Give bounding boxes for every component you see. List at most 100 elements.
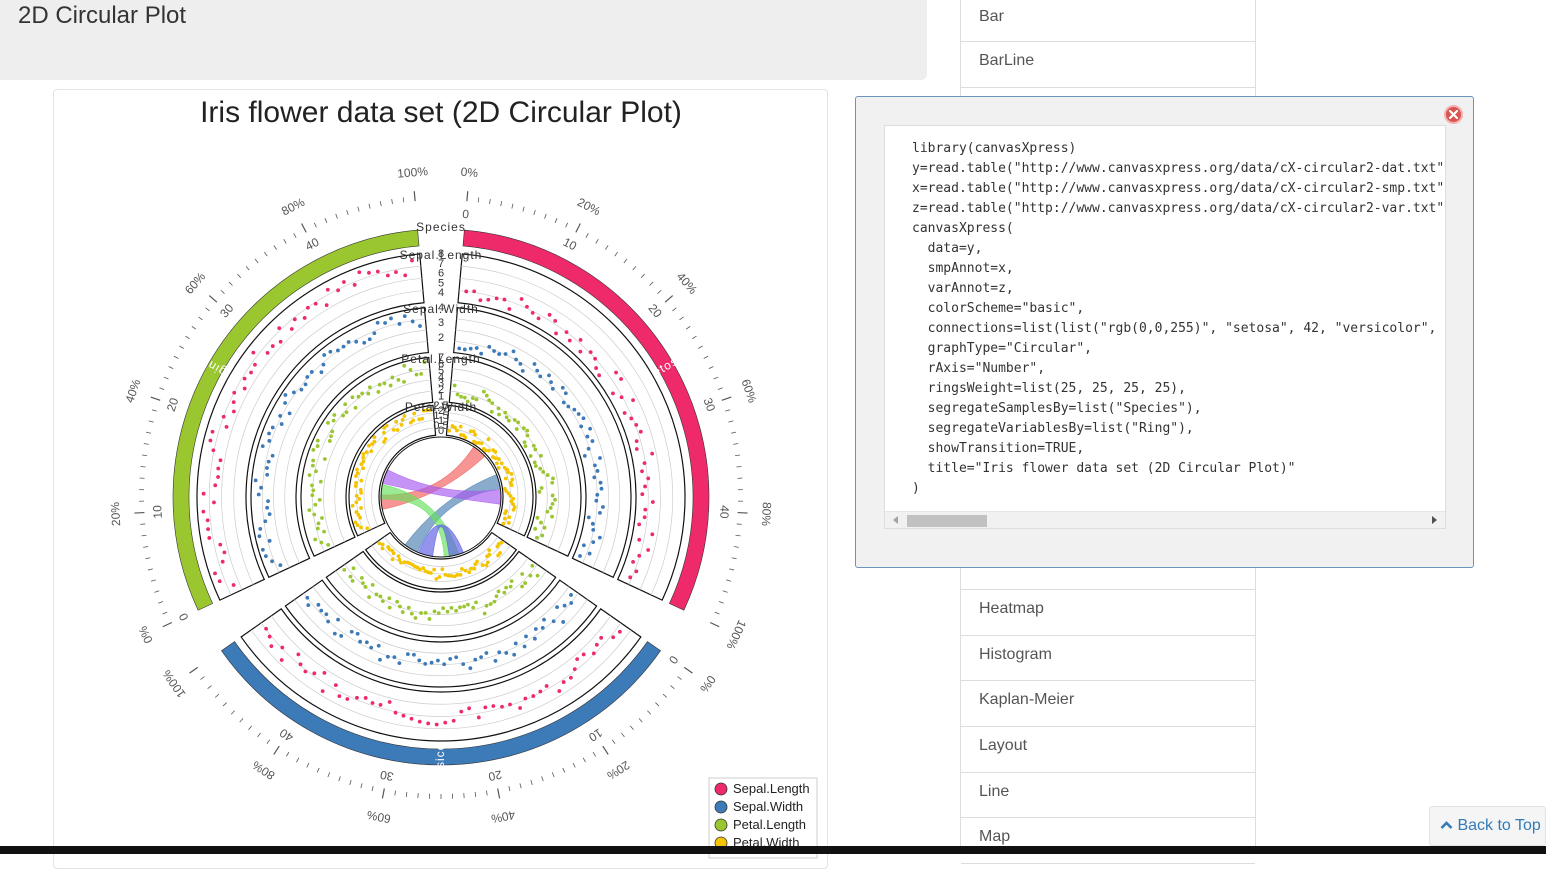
data-point: [483, 705, 487, 709]
axis-tick: [615, 252, 618, 256]
data-point: [487, 548, 491, 552]
data-point: [629, 417, 633, 421]
data-point: [378, 542, 382, 546]
data-point: [618, 630, 622, 634]
close-icon[interactable]: [1444, 105, 1463, 124]
data-point: [495, 594, 499, 598]
axis-tick: [665, 296, 673, 303]
axis-tick: [639, 718, 642, 722]
sidebar-item-histogram[interactable]: Histogram: [961, 636, 1255, 681]
data-point: [410, 612, 414, 616]
data-point: [375, 593, 379, 597]
data-point: [359, 488, 363, 492]
data-point: [496, 554, 500, 558]
horizontal-scrollbar[interactable]: [885, 511, 1445, 528]
data-point: [582, 653, 586, 657]
data-point: [364, 696, 368, 700]
data-point: [280, 646, 284, 650]
data-point: [320, 516, 324, 520]
data-point: [410, 717, 414, 721]
axis-tick: [231, 711, 234, 715]
scroll-right-icon[interactable]: [1432, 516, 1437, 524]
data-point: [383, 321, 387, 325]
code-line: showTransition=TRUE,: [912, 439, 1446, 459]
axis-tick: [347, 210, 349, 215]
data-point: [386, 655, 390, 659]
data-point: [337, 694, 341, 698]
data-point: [473, 433, 477, 437]
axis-percent-label: 40%: [490, 808, 517, 826]
axis-tick: [735, 455, 740, 456]
axis-percent-label: 40%: [674, 270, 701, 298]
data-point: [487, 345, 491, 349]
axis-tick: [208, 686, 212, 689]
data-point: [323, 457, 327, 461]
data-point: [524, 444, 528, 448]
code-line: smpAnnot=x,: [912, 259, 1446, 279]
data-point: [466, 603, 470, 607]
data-point: [324, 612, 328, 616]
data-point: [386, 274, 390, 278]
legend-swatch: [715, 801, 727, 813]
data-point: [535, 369, 539, 373]
axis-tick: [641, 274, 644, 278]
data-point: [351, 395, 355, 399]
sidebar-item-bar[interactable]: Bar: [961, 0, 1255, 42]
data-point: [521, 369, 525, 373]
chart-panel: Iris flower data set (2D Circular Plot) …: [53, 89, 828, 869]
axis-tick: [192, 326, 196, 329]
data-point: [572, 408, 576, 412]
axis-tick: [179, 346, 183, 349]
axis-number-label: 30: [701, 396, 719, 413]
sidebar-item-kaplan-meier[interactable]: Kaplan-Meier: [961, 681, 1255, 727]
sidebar-item-line[interactable]: Line: [961, 773, 1255, 818]
data-point: [446, 610, 450, 614]
data-point: [565, 330, 569, 334]
data-point: [352, 566, 356, 570]
axis-tick: [223, 703, 227, 706]
code-line: graphType="Circular",: [912, 339, 1446, 359]
data-point: [401, 418, 405, 422]
data-point: [392, 428, 396, 432]
data-point: [367, 595, 371, 599]
axis-tick: [143, 547, 148, 548]
data-point: [434, 577, 438, 581]
axis-tick: [475, 792, 476, 797]
axis-tick: [555, 218, 557, 223]
data-point: [520, 572, 524, 576]
sidebar-item-heatmap[interactable]: Heatmap: [961, 590, 1255, 636]
data-point: [394, 711, 398, 715]
data-point: [278, 563, 282, 567]
data-point: [566, 405, 570, 409]
data-point: [212, 501, 216, 505]
axis-percent-label: 0%: [136, 624, 156, 646]
sidebar-item-barline[interactable]: BarLine: [961, 42, 1255, 88]
sidebar-item-map[interactable]: Map: [961, 818, 1255, 864]
data-point: [513, 418, 517, 422]
data-point: [484, 449, 488, 453]
data-point: [569, 593, 573, 597]
data-point: [483, 612, 487, 616]
back-to-top-button[interactable]: Back to Top: [1429, 806, 1546, 846]
code-line: varAnnot=z,: [912, 279, 1446, 299]
data-point: [257, 493, 261, 497]
data-point: [643, 508, 647, 512]
sidebar-item-layout[interactable]: Layout: [961, 727, 1255, 773]
axis-tick: [523, 207, 524, 212]
axis-tick: [164, 377, 169, 379]
data-point: [341, 414, 345, 418]
scrollbar-thumb[interactable]: [907, 515, 987, 527]
data-point: [312, 671, 316, 675]
data-point: [493, 450, 497, 454]
scroll-left-icon[interactable]: [893, 516, 898, 524]
data-point: [502, 522, 506, 526]
axis-tick: [678, 677, 682, 680]
data-point: [304, 382, 308, 386]
data-point: [389, 317, 393, 321]
data-point: [487, 437, 491, 441]
data-point: [419, 372, 423, 376]
data-point: [523, 645, 527, 649]
chart-title: Iris flower data set (2D Circular Plot): [200, 96, 682, 129]
data-point: [497, 466, 501, 470]
data-point: [270, 559, 274, 563]
